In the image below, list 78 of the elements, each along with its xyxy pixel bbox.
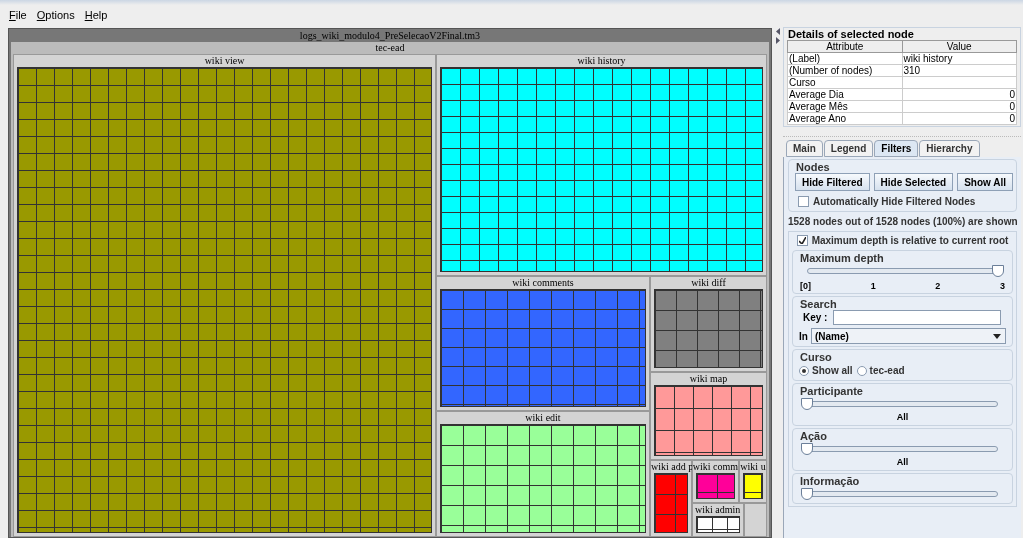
node-cells[interactable] xyxy=(654,289,763,368)
radio-button[interactable] xyxy=(799,365,809,376)
status-text: 1528 nodes out of 1528 nodes (100%) are shown xyxy=(788,215,1017,229)
checkbox[interactable] xyxy=(798,196,809,207)
node-cells[interactable] xyxy=(654,385,763,456)
column-header: Attribute xyxy=(787,40,902,53)
menu-item[interactable]: Options xyxy=(36,6,75,24)
node-cells[interactable] xyxy=(440,67,763,272)
table-cell: wiki history xyxy=(902,52,1017,65)
slider-thumb[interactable] xyxy=(801,488,813,500)
table-cell: (Label) xyxy=(787,52,902,65)
group-title: Informação xyxy=(799,475,861,487)
node-cells[interactable] xyxy=(695,516,740,533)
group-title: Participante xyxy=(799,385,864,397)
checkbox-label: Automatically Hide Filtered Nodes xyxy=(813,195,976,209)
table-cell: Curso xyxy=(787,76,902,89)
group-title: Maximum depth xyxy=(799,252,885,264)
treemap-title: logs_wiki_modulo4_PreSelecaoV2Final.tm3 xyxy=(298,29,482,42)
node-label: wiki view xyxy=(203,55,246,67)
node-cells[interactable] xyxy=(654,473,688,533)
table-cell: Average Dia xyxy=(787,88,902,101)
node-cells[interactable] xyxy=(440,424,646,533)
key-field[interactable] xyxy=(833,310,1002,325)
slider-value: All xyxy=(895,412,910,423)
tab[interactable]: Main xyxy=(786,140,823,157)
radio-button[interactable] xyxy=(856,365,867,376)
table-cell: 0 xyxy=(902,112,1017,125)
table-cell: 0 xyxy=(902,88,1017,101)
dropdown-arrow-icon xyxy=(993,333,1001,339)
tab[interactable]: Filters xyxy=(874,140,919,157)
tick-label: [0] xyxy=(800,281,811,291)
table-cell: 310 xyxy=(902,64,1017,77)
node-label: wiki u xyxy=(740,461,766,473)
key-label: Key : xyxy=(803,311,828,325)
table-cell: Average Mês xyxy=(787,100,902,113)
tick-label: 1 xyxy=(870,281,876,291)
tick-label: 3 xyxy=(999,281,1005,291)
node-label: wiki admin xyxy=(694,504,742,516)
slider-thumb[interactable] xyxy=(992,265,1004,277)
collapse-left-icon[interactable] xyxy=(775,28,780,35)
node-label: wiki history xyxy=(576,55,627,67)
tab[interactable]: Legend xyxy=(823,140,874,157)
node-label: wiki diff xyxy=(690,277,727,289)
node-label: wiki map xyxy=(688,373,729,385)
node-cells[interactable] xyxy=(743,473,763,499)
node-label: wiki edit xyxy=(524,412,562,424)
tick-label: 2 xyxy=(935,281,941,291)
expand-right-icon[interactable] xyxy=(775,37,780,44)
slider-thumb[interactable] xyxy=(801,443,813,455)
node-cells[interactable] xyxy=(17,67,432,533)
slider-thumb[interactable] xyxy=(801,398,813,410)
panel-title: Details of selected node xyxy=(788,28,914,40)
table-cell: (Number of nodes) xyxy=(787,64,902,77)
action-button[interactable]: Hide Filtered xyxy=(795,173,870,191)
menu-item[interactable]: File xyxy=(9,6,27,24)
node-cells[interactable] xyxy=(440,289,646,407)
action-button[interactable]: Show All xyxy=(957,173,1014,191)
checkbox-label: Maximum depth is relative to current root xyxy=(811,234,1009,248)
table-cell: Average Ano xyxy=(787,112,902,125)
group-title: Search xyxy=(799,298,838,310)
radio-label: Show all xyxy=(812,364,853,378)
menu-item[interactable]: Help xyxy=(84,6,108,24)
tab[interactable]: Hierarchy xyxy=(919,140,980,157)
action-button[interactable]: Hide Selected xyxy=(873,173,954,191)
node-cells[interactable] xyxy=(695,473,735,499)
field-dropdown[interactable]: (Name) xyxy=(810,328,1006,344)
checkbox[interactable] xyxy=(796,235,808,246)
group-title: Ação xyxy=(799,430,828,442)
root-label: tec-ead xyxy=(374,42,406,54)
column-header: Value xyxy=(902,40,1017,53)
table-cell: 0 xyxy=(902,100,1017,113)
in-label: In xyxy=(799,329,808,344)
group-title: Curso xyxy=(799,351,833,363)
radio-label: tec-ead xyxy=(869,364,905,378)
group-title: Nodes xyxy=(795,161,831,173)
slider-value: All xyxy=(895,457,910,468)
node-label: wiki comments xyxy=(511,277,575,289)
empty-node[interactable] xyxy=(743,503,767,537)
